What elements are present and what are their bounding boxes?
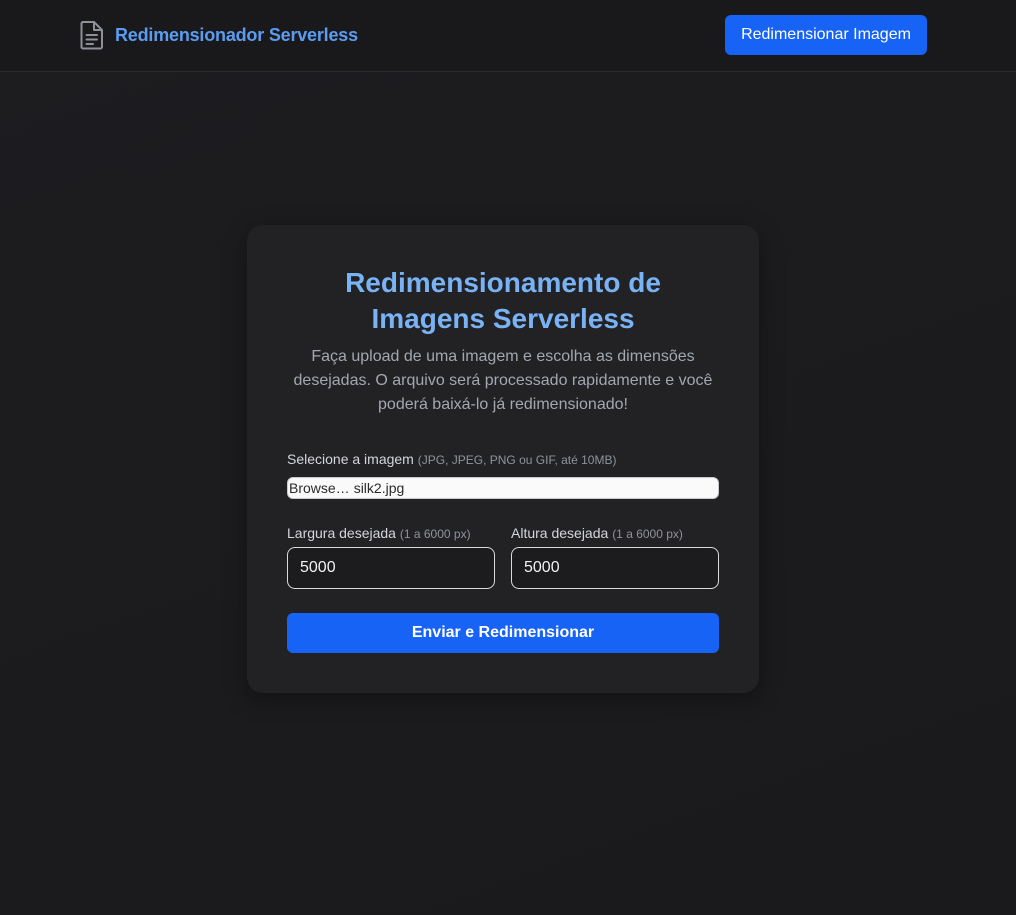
width-label-hint: (1 a 6000 px): [399, 527, 471, 541]
document-icon: [80, 20, 104, 50]
file-input[interactable]: Browse… silk2.jpg: [287, 477, 719, 499]
width-label: Largura desejada (1 a 6000 px): [287, 524, 471, 543]
browse-button[interactable]: Browse…: [289, 480, 350, 496]
width-label-text: Largura desejada: [287, 525, 396, 541]
selected-file-name: silk2.jpg: [353, 480, 405, 496]
height-input[interactable]: [511, 547, 719, 589]
height-label-hint: (1 a 6000 px): [612, 527, 683, 541]
height-label: Altura desejada (1 a 6000 px): [511, 524, 683, 543]
file-label: Selecione a imagem (JPG, JPEG, PNG ou GI…: [287, 450, 616, 469]
submit-resize-button[interactable]: Enviar e Redimensionar: [287, 613, 719, 653]
page-title: Redimensionamento de Imagens Serverless: [345, 267, 661, 334]
file-label-text: Selecione a imagem: [287, 451, 414, 467]
height-label-text: Altura desejada: [511, 525, 609, 541]
resize-image-nav-button[interactable]: Redimensionar Imagem: [725, 15, 927, 55]
file-label-hint: (JPG, JPEG, PNG ou GIF, até 10MB): [417, 453, 617, 467]
page-description: Faça upload de uma imagem e escolha as d…: [293, 348, 713, 413]
width-input[interactable]: [287, 547, 495, 589]
brand[interactable]: Redimensionador Serverless: [80, 20, 358, 50]
upload-card: Redimensionamento de Imagens Serverless …: [247, 225, 759, 693]
top-navbar: Redimensionador Serverless Redimensionar…: [0, 0, 1016, 72]
brand-name: Redimensionador Serverless: [115, 24, 358, 45]
